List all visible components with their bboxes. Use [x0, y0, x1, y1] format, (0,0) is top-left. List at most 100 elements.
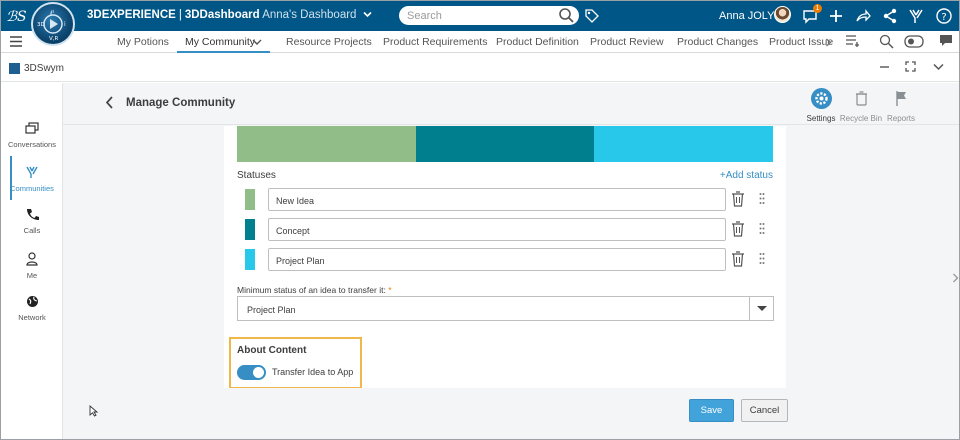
tag-icon[interactable] [584, 8, 600, 24]
chevron-down-icon[interactable] [363, 11, 372, 18]
sidebar-item-label: Communities [10, 184, 54, 193]
chat-icon[interactable] [939, 34, 953, 48]
search-box[interactable] [399, 6, 579, 25]
dashboard-name[interactable]: Anna's Dashboard [262, 9, 356, 21]
cancel-button[interactable]: Cancel [741, 399, 788, 422]
add-icon[interactable] [827, 7, 845, 25]
left-sidebar: Conversations Communities Calls Me Netwo… [1, 83, 63, 439]
compass-icon[interactable]: 3D V,R ℘ i [31, 2, 75, 46]
brand-separator: | [178, 9, 182, 21]
search-icon[interactable] [879, 34, 894, 49]
sidebar-item-conversations[interactable]: Conversations [1, 122, 63, 149]
tab-my-potions[interactable]: My Potions [117, 36, 169, 48]
tab-list-icon[interactable] [845, 34, 860, 48]
conversations-icon [25, 122, 39, 134]
reports-label: Reports [886, 114, 915, 123]
minimize-icon[interactable] [879, 61, 890, 72]
tab-product-issue[interactable]: Product Issue [769, 36, 833, 48]
help-icon[interactable]: ? [935, 7, 953, 25]
svg-text:i: i [64, 21, 66, 28]
svg-text:℘: ℘ [50, 8, 54, 15]
min-status-select[interactable]: Project Plan [237, 296, 774, 321]
trash-icon[interactable] [731, 191, 745, 207]
sidebar-item-calls[interactable]: Calls [1, 208, 63, 235]
trash-icon[interactable] [731, 251, 745, 267]
transfer-idea-toggle[interactable] [237, 365, 266, 380]
brand-dashboard-app: 3DDashboard [184, 9, 260, 21]
widget-title-bar: 3DSwym [1, 54, 959, 82]
sidebar-item-label: Conversations [8, 140, 56, 149]
flag-icon [891, 88, 912, 109]
color-bar-segment [415, 126, 595, 162]
toggle-knob [253, 367, 264, 378]
drag-handle-icon[interactable] [759, 252, 765, 265]
save-button[interactable]: Save [689, 399, 734, 422]
manage-community-header: Manage Community Settings Recycle Bin Re… [63, 83, 959, 125]
back-arrow-icon[interactable] [105, 96, 114, 109]
user-name[interactable]: Anna JOLY [719, 10, 774, 22]
status-color-swatch[interactable] [245, 219, 255, 240]
trash-icon[interactable] [731, 221, 745, 237]
status-color-bar [237, 126, 774, 162]
dropdown-arrow-icon[interactable] [749, 297, 773, 320]
brand: 3DEXPERIENCE | 3DDashboard Anna's Dashboar… [87, 9, 372, 21]
chevron-right-icon[interactable] [825, 38, 832, 47]
chevron-down-icon[interactable] [933, 63, 944, 71]
search-input[interactable] [407, 8, 552, 23]
status-name-field[interactable]: New Idea [268, 188, 726, 211]
mouse-cursor-icon [89, 405, 98, 417]
avatar[interactable] [774, 6, 791, 23]
add-status-link[interactable]: +Add status [720, 170, 773, 181]
app-window: ℬS 3DEXPERIENCE | 3DDashboard Anna's Dashb… [0, 0, 960, 440]
globe-icon [26, 296, 38, 307]
min-status-label: Minimum status of an idea to transfer it… [237, 285, 392, 295]
tab-resource-projects[interactable]: Resource Projects [286, 36, 372, 48]
communities-icon [26, 166, 38, 178]
tab-product-definition[interactable]: Product Definition [496, 36, 579, 48]
sidebar-item-network[interactable]: Network [1, 295, 63, 322]
drag-handle-icon[interactable] [759, 192, 765, 205]
about-content-section: About Content Transfer Idea to App [229, 337, 362, 388]
color-bar-segment [594, 126, 774, 162]
view-toggle-icon[interactable] [904, 35, 924, 48]
about-content-title: About Content [237, 345, 307, 356]
gear-icon [810, 88, 832, 109]
svg-text:ℬS: ℬS [6, 9, 27, 25]
chevron-down-icon[interactable] [252, 39, 262, 46]
status-row: Project Plan [245, 248, 785, 271]
scroll-right-icon[interactable] [952, 273, 959, 283]
recycle-bin-icon [851, 88, 872, 109]
tab-my-community[interactable]: My Community [185, 36, 255, 48]
status-color-swatch[interactable] [245, 249, 255, 270]
page-title: Manage Community [126, 97, 236, 109]
tab-product-changes[interactable]: Product Changes [677, 36, 758, 48]
sidebar-item-communities[interactable]: Communities [1, 165, 63, 193]
drag-handle-icon[interactable] [759, 222, 765, 235]
ds-logo-icon[interactable]: ℬS [5, 6, 27, 26]
compass-vr: V,R [49, 36, 59, 42]
color-bar-segment [237, 126, 416, 162]
search-icon[interactable] [558, 7, 575, 24]
phone-icon [26, 209, 39, 220]
network-icon[interactable] [881, 7, 899, 25]
transfer-idea-label: Transfer Idea to App [272, 367, 354, 377]
settings-panel: Statuses +Add status New Idea Concept Pr… [224, 126, 786, 388]
status-color-swatch[interactable] [245, 189, 255, 210]
tab-product-requirements[interactable]: Product Requirements [383, 36, 487, 48]
required-mark: * [388, 285, 392, 295]
status-name-field[interactable]: Project Plan [268, 248, 726, 271]
sidebar-item-label: Network [18, 313, 46, 322]
status-row: Concept [245, 218, 785, 241]
share-icon[interactable] [854, 7, 872, 25]
notification-badge: 1 [813, 4, 822, 13]
tab-product-review[interactable]: Product Review [590, 36, 664, 48]
reports-button[interactable]: Reports [876, 88, 926, 123]
swym-logo-icon [9, 63, 20, 74]
maximize-icon[interactable] [905, 61, 916, 72]
status-name-field[interactable]: Concept [268, 218, 726, 241]
menu-icon[interactable] [10, 36, 22, 47]
add-status-label: Add status [725, 170, 773, 181]
tools-icon[interactable] [907, 7, 925, 25]
svg-text:?: ? [941, 12, 946, 23]
sidebar-item-me[interactable]: Me [1, 252, 63, 280]
